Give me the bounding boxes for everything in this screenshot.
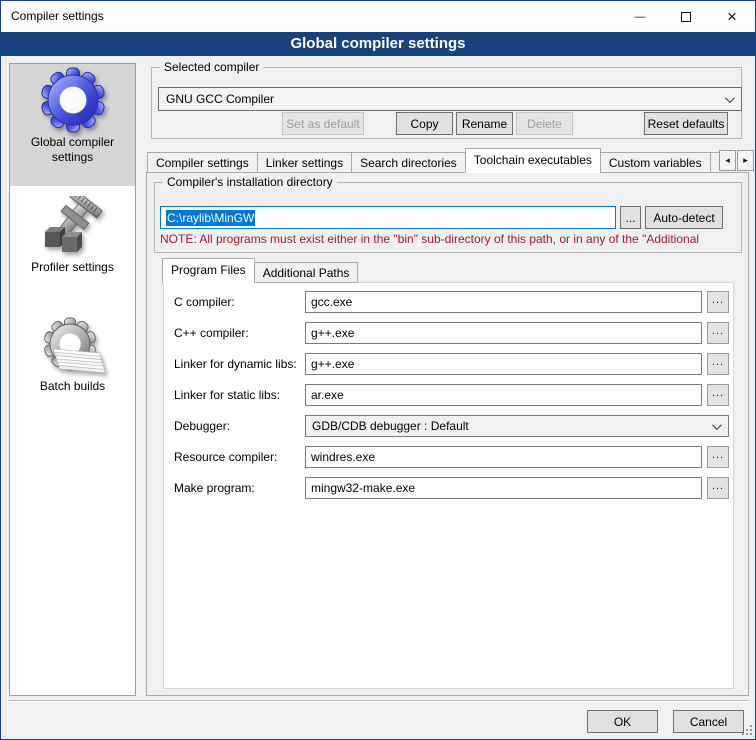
resource-compiler-browse-button[interactable]: ... (707, 446, 729, 468)
sidebar-item-global-compiler-settings[interactable]: Global compiler settings (10, 64, 135, 186)
static-linker-label: Linker for static libs: (174, 384, 280, 406)
dynamic-linker-label: Linker for dynamic libs: (174, 353, 297, 375)
debugger-value: GDB/CDB debugger : Default (312, 419, 469, 433)
footer-divider (9, 700, 749, 702)
maximize-icon (681, 12, 691, 22)
dynamic-linker-input[interactable]: g++.exe (305, 353, 702, 375)
sidebar-item-label: Batch builds (21, 379, 125, 394)
delete-button[interactable]: Delete (516, 112, 573, 135)
program-files-page: C compiler: gcc.exe ... C++ compiler: g+… (163, 282, 734, 689)
page-title: Global compiler settings (1, 32, 755, 56)
tab-scroll-right-button[interactable]: ▸ (737, 150, 754, 171)
rename-button[interactable]: Rename (456, 112, 513, 135)
tab-additional-paths[interactable]: Additional Paths (254, 262, 359, 283)
set-as-default-button[interactable]: Set as default (282, 112, 364, 135)
auto-detect-button[interactable]: Auto-detect (645, 206, 723, 229)
window-title: Compiler settings (11, 1, 104, 32)
cpp-compiler-value: g++.exe (311, 326, 354, 340)
compiler-settings-dialog: Compiler settings — × Global compiler se… (0, 0, 756, 740)
cpp-compiler-label: C++ compiler: (174, 322, 249, 344)
minimize-icon: — (635, 11, 646, 23)
c-compiler-value: gcc.exe (311, 295, 352, 309)
installation-directory-value: C:\raylib\MinGW (166, 210, 255, 226)
tab-search-directories[interactable]: Search directories (351, 152, 466, 173)
static-linker-input[interactable]: ar.exe (305, 384, 702, 406)
make-program-value: mingw32-make.exe (311, 481, 415, 495)
sidebar-item-profiler-settings[interactable]: Profiler settings (10, 196, 135, 275)
program-files-tabbar: Program Files Additional Paths (162, 258, 462, 283)
tab-program-files[interactable]: Program Files (162, 258, 255, 283)
tab-scroll-right-icon: ▸ (743, 155, 748, 166)
debugger-label: Debugger: (174, 415, 230, 437)
tab-toolchain-executables[interactable]: Toolchain executables (465, 148, 601, 173)
cancel-button[interactable]: Cancel (673, 710, 744, 733)
c-compiler-browse-button[interactable]: ... (707, 291, 729, 313)
close-icon: × (727, 7, 737, 27)
titlebar[interactable]: Compiler settings — × (1, 1, 755, 32)
note-text: NOTE: All programs must exist either in … (160, 232, 738, 248)
browse-directory-button[interactable]: ... (620, 206, 641, 229)
cpp-compiler-input[interactable]: g++.exe (305, 322, 702, 344)
sidebar-item-label: Profiler settings (21, 260, 125, 275)
chevron-down-icon (712, 420, 722, 430)
tab-scroll-left-icon: ◂ (725, 155, 730, 166)
dynamic-linker-browse-button[interactable]: ... (707, 353, 729, 375)
resource-compiler-value: windres.exe (311, 450, 375, 464)
dynamic-linker-value: g++.exe (311, 357, 354, 371)
static-linker-value: ar.exe (311, 388, 344, 402)
calipers-icon (41, 196, 105, 260)
c-compiler-input[interactable]: gcc.exe (305, 291, 702, 313)
c-compiler-label: C compiler: (174, 291, 235, 313)
chevron-down-icon (725, 93, 735, 103)
cpp-compiler-browse-button[interactable]: ... (707, 322, 729, 344)
tab-custom-variables[interactable]: Custom variables (600, 152, 711, 173)
close-button[interactable]: × (709, 1, 755, 32)
compiler-select[interactable]: GNU GCC Compiler (158, 87, 742, 111)
blue-gear-icon (36, 67, 110, 135)
ok-button[interactable]: OK (587, 710, 658, 733)
reset-defaults-button[interactable]: Reset defaults (644, 112, 728, 135)
minimize-button[interactable]: — (617, 1, 663, 32)
resize-grip[interactable] (741, 725, 753, 737)
resource-compiler-label: Resource compiler: (174, 446, 277, 468)
static-linker-browse-button[interactable]: ... (707, 384, 729, 406)
installation-directory-input[interactable]: C:\raylib\MinGW (160, 206, 616, 229)
selected-compiler-group-label: Selected compiler (160, 60, 263, 74)
installation-directory-group-label: Compiler's installation directory (163, 175, 337, 189)
make-program-browse-button[interactable]: ... (707, 477, 729, 499)
sidebar-item-batch-builds[interactable]: Batch builds (10, 317, 135, 394)
tab-scroll-left-button[interactable]: ◂ (719, 150, 736, 171)
settings-category-list: Global compiler settings (9, 63, 136, 696)
tab-compiler-settings[interactable]: Compiler settings (147, 152, 258, 173)
gray-gear-stack-icon (40, 317, 106, 379)
settings-tabbar: Compiler settings Linker settings Search… (147, 148, 719, 173)
sidebar-item-label: Global compiler settings (21, 135, 125, 165)
debugger-select[interactable]: GDB/CDB debugger : Default (305, 415, 729, 437)
resource-compiler-input[interactable]: windres.exe (305, 446, 702, 468)
make-program-label: Make program: (174, 477, 255, 499)
tab-build-options-clipped[interactable]: Build (710, 152, 719, 173)
tab-linker-settings[interactable]: Linker settings (257, 152, 352, 173)
make-program-input[interactable]: mingw32-make.exe (305, 477, 702, 499)
copy-button[interactable]: Copy (396, 112, 453, 135)
maximize-button[interactable] (663, 1, 709, 32)
compiler-select-value: GNU GCC Compiler (166, 92, 274, 106)
